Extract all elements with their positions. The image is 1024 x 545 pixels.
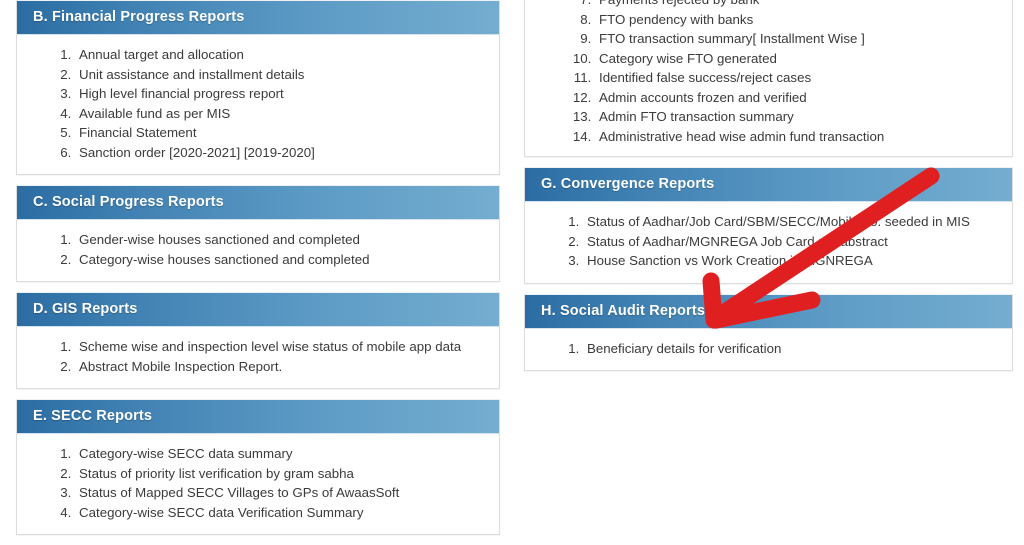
report-link[interactable]: High level financial progress report: [75, 84, 485, 104]
panel-body-social-progress-reports: Gender-wise houses sanctioned and comple…: [17, 220, 499, 281]
panel-heading-secc-reports: E. SECC Reports: [17, 400, 499, 434]
report-link[interactable]: Category-wise SECC data Verification Sum…: [75, 503, 485, 523]
report-link[interactable]: Unit assistance and installment details: [75, 65, 485, 85]
panel-heading-financial-progress-reports: B. Financial Progress Reports: [17, 1, 499, 35]
panel-body-financial-progress-reports: Annual target and allocation Unit assist…: [17, 35, 499, 174]
report-link[interactable]: Status of Mapped SECC Villages to GPs of…: [75, 483, 485, 503]
report-link[interactable]: FTO transaction summary[ Installment Wis…: [595, 29, 998, 49]
panel-heading-convergence-reports: G. Convergence Reports: [525, 168, 1012, 202]
report-link[interactable]: Category-wise houses sanctioned and comp…: [75, 250, 485, 270]
report-link[interactable]: Sanction order [2020-2021] [2019-2020]: [75, 143, 485, 163]
report-link[interactable]: Administrative head wise admin fund tran…: [595, 127, 998, 147]
report-link[interactable]: Annual target and allocation: [75, 45, 485, 65]
report-link[interactable]: Gender-wise houses sanctioned and comple…: [75, 230, 485, 250]
panel-heading-social-audit-reports: H. Social Audit Reports: [525, 294, 1012, 329]
report-link[interactable]: Available fund as per MIS: [75, 104, 485, 124]
panel-fto-reports-continued: Payments rejected by bank FTO pendency w…: [524, 0, 1013, 157]
report-index-page: B. Financial Progress Reports Annual tar…: [0, 0, 1024, 535]
report-link[interactable]: Status of priority list verification by …: [75, 464, 485, 484]
report-link[interactable]: Payments rejected by bank: [595, 0, 998, 10]
report-link[interactable]: Admin accounts frozen and verified: [595, 88, 998, 108]
panel-financial-progress-reports: B. Financial Progress Reports Annual tar…: [16, 0, 500, 175]
panel-gis-reports: D. GIS Reports Scheme wise and inspectio…: [16, 292, 500, 389]
panel-body-secc-reports: Category-wise SECC data summary Status o…: [17, 434, 499, 534]
panel-secc-reports: E. SECC Reports Category-wise SECC data …: [16, 399, 500, 535]
panel-social-audit-reports: H. Social Audit Reports Beneficiary deta…: [524, 293, 1013, 371]
report-list-convergence: Status of Aadhar/Job Card/SBM/SECC/Mobil…: [539, 212, 998, 271]
report-link[interactable]: House Sanction vs Work Creation in MGNRE…: [583, 251, 998, 271]
panel-social-progress-reports: C. Social Progress Reports Gender-wise h…: [16, 185, 500, 282]
right-column: Payments rejected by bank FTO pendency w…: [524, 0, 1013, 381]
report-list-financial-progress: Annual target and allocation Unit assist…: [31, 45, 485, 162]
report-link[interactable]: Financial Statement: [75, 123, 485, 143]
report-list-social-progress: Gender-wise houses sanctioned and comple…: [31, 230, 485, 269]
panel-body-social-audit-reports: Beneficiary details for verification: [525, 329, 1012, 371]
report-link[interactable]: Identified false success/reject cases: [595, 68, 998, 88]
report-link[interactable]: Status of Aadhar/Job Card/SBM/SECC/Mobil…: [583, 212, 998, 232]
panel-convergence-reports: G. Convergence Reports Status of Aadhar/…: [524, 167, 1013, 284]
panel-body-convergence-reports: Status of Aadhar/Job Card/SBM/SECC/Mobil…: [525, 202, 1012, 283]
report-list-social-audit: Beneficiary details for verification: [539, 339, 998, 359]
panel-heading-gis-reports: D. GIS Reports: [17, 293, 499, 327]
report-list-fto-continued: Payments rejected by bank FTO pendency w…: [539, 0, 998, 146]
panel-heading-social-progress-reports: C. Social Progress Reports: [17, 186, 499, 220]
report-link[interactable]: Status of Aadhar/MGNREGA Job Card no. ab…: [583, 232, 998, 252]
report-link[interactable]: FTO pendency with banks: [595, 10, 998, 30]
left-column: B. Financial Progress Reports Annual tar…: [16, 0, 500, 545]
report-link[interactable]: Scheme wise and inspection level wise st…: [75, 337, 485, 357]
report-link[interactable]: Abstract Mobile Inspection Report.: [75, 357, 485, 377]
report-link[interactable]: Beneficiary details for verification: [583, 339, 998, 359]
report-link[interactable]: Category wise FTO generated: [595, 49, 998, 69]
report-list-secc: Category-wise SECC data summary Status o…: [31, 444, 485, 522]
report-list-gis: Scheme wise and inspection level wise st…: [31, 337, 485, 376]
report-link[interactable]: Category-wise SECC data summary: [75, 444, 485, 464]
panel-body-gis-reports: Scheme wise and inspection level wise st…: [17, 327, 499, 388]
report-link[interactable]: Admin FTO transaction summary: [595, 107, 998, 127]
panel-body-fto-reports-continued: Payments rejected by bank FTO pendency w…: [525, 0, 1012, 156]
